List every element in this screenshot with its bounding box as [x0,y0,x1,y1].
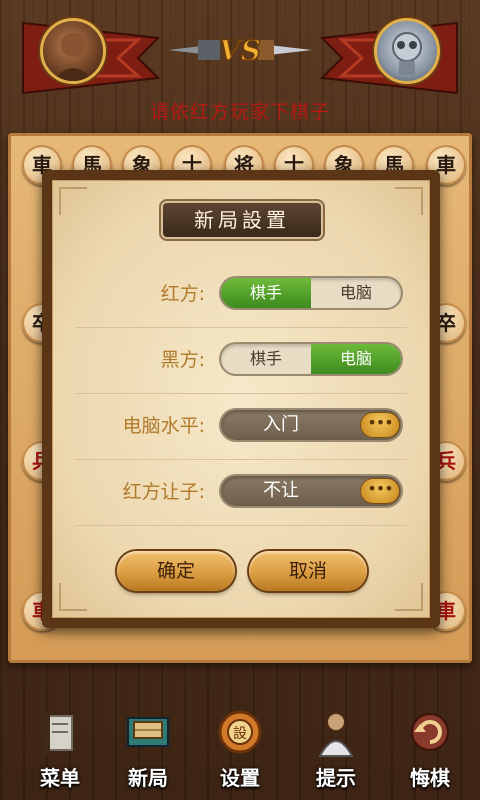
black-computer-option[interactable]: 电脑 [311,344,401,374]
handicap-value: 不让 [263,480,299,501]
row-divider [75,525,407,526]
ai-level-select[interactable]: 入门 ••• [221,410,401,440]
cancel-button[interactable]: 取消 [249,551,367,591]
dialog-title: 新局設置 [163,203,321,237]
red-human-option[interactable]: 棋手 [221,278,311,308]
ai-level-label: 电脑水平: [122,415,205,437]
red-side-label: 红方: [160,283,205,305]
bottom-menu-bar: 菜单 新局 設 设置 提示 悔棋 [0,700,480,800]
hint-button[interactable]: 提示 [296,708,376,798]
new-game-dialog: 新局設置 红方: 棋手 电脑 黑方: 棋手 电脑 电脑水平: 入门 ••• 红方… [42,170,440,628]
confirm-button[interactable]: 确定 [117,551,235,591]
handicap-label: 红方让子: [122,481,205,503]
hint-sage-icon [312,708,360,758]
dialog-panel: 新局設置 红方: 棋手 电脑 黑方: 棋手 电脑 电脑水平: 入门 ••• 红方… [52,180,430,618]
new-board-icon [124,708,172,758]
menu-button[interactable]: 菜单 [20,708,100,798]
svg-text:設: 設 [233,726,247,742]
corner-ornament [395,583,423,611]
undo-icon [406,708,454,758]
menu-button-label: 菜单 [40,766,80,790]
new-game-button[interactable]: 新局 [108,708,188,798]
red-side-row: 红方: 棋手 电脑 [63,261,421,327]
settings-label: 设置 [220,766,260,790]
red-computer-option[interactable]: 电脑 [311,278,401,308]
handicap-select[interactable]: 不让 ••• [221,476,401,506]
ai-level-value: 入门 [263,414,299,435]
settings-seal-icon: 設 [216,708,264,758]
corner-ornament [395,187,423,215]
corner-ornament [59,187,87,215]
undo-button[interactable]: 悔棋 [390,708,470,798]
settings-button[interactable]: 設 设置 [200,708,280,798]
undo-label: 悔棋 [410,766,450,790]
handicap-more-button[interactable]: ••• [361,479,399,503]
ai-level-row: 电脑水平: 入门 ••• [63,393,421,459]
corner-ornament [59,583,87,611]
handicap-row: 红方让子: 不让 ••• [63,459,421,525]
new-game-label: 新局 [128,766,168,790]
ai-level-more-button[interactable]: ••• [361,413,399,437]
hint-label: 提示 [316,766,356,790]
black-side-toggle[interactable]: 棋手 电脑 [221,344,401,374]
black-side-row: 黑方: 棋手 电脑 [63,327,421,393]
black-side-label: 黑方: [160,349,205,371]
dialog-overlay: 新局設置 红方: 棋手 电脑 黑方: 棋手 电脑 电脑水平: 入门 ••• 红方… [0,0,480,800]
black-human-option[interactable]: 棋手 [221,344,311,374]
scroll-icon [36,708,84,758]
red-side-toggle[interactable]: 棋手 电脑 [221,278,401,308]
